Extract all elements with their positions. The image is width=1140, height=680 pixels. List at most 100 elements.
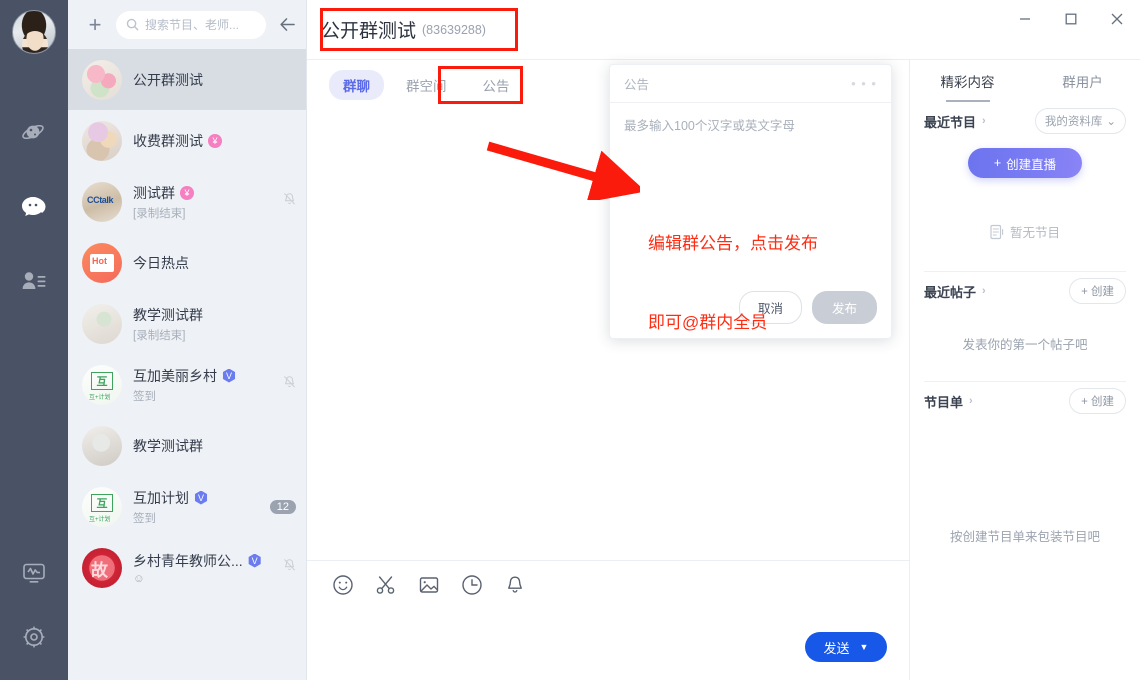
publish-button[interactable]: 发布 (811, 291, 877, 324)
chat-item-name: 公开群测试 (133, 71, 203, 88)
chat-item-name: 今日热点 (133, 254, 189, 271)
chat-avatar (82, 425, 122, 466)
chat-list-item[interactable]: 互互+计划 互加计划 V 签到 12 (68, 476, 306, 537)
chat-list-item[interactable]: 故乡村青年教师公... V ☺ (68, 537, 306, 598)
chat-list-item[interactable]: 教学测试群 (68, 415, 306, 476)
content-wrapper: 群聊 群空间 公告 发送 ▼ 公告 • • • 最多输入100个汉字或英文字母 … (307, 59, 1140, 680)
chat-list-toolbar: + 搜索节目、老师... (68, 0, 306, 49)
mute-bell-icon (283, 192, 296, 211)
main-column: 公开群测试 (83639288) 群聊 群空间 公告 发送 ▼ 公告 • • •… (307, 0, 1140, 680)
program-list-label: 节目单 (924, 394, 964, 410)
chat-item-name-row: 互加美丽乡村 V (133, 366, 272, 386)
left-nav-rail (0, 0, 68, 680)
paid-group-badge: ¥ (208, 133, 222, 148)
chat-item-name: 教学测试群 (133, 437, 203, 454)
tab-group-space[interactable]: 群空间 (392, 70, 461, 100)
chat-item-subtitle: ☺ (133, 572, 145, 585)
send-row: 发送 ▼ (307, 632, 909, 680)
more-options-icon[interactable]: • • • (851, 76, 877, 91)
gear-icon[interactable] (19, 622, 49, 652)
clock-icon[interactable] (460, 573, 484, 597)
chat-item-name-row: 收费群测试 ¥ (133, 131, 285, 151)
chevron-right-icon[interactable]: › (982, 285, 986, 297)
announcement-header: 公告 • • • (610, 65, 891, 103)
mute-bell-icon (283, 375, 296, 394)
document-icon (990, 224, 1004, 239)
close-button[interactable] (1094, 0, 1140, 38)
send-button-label: 发送 (823, 640, 850, 656)
my-library-dropdown[interactable]: 我的资料库 ⌄ (1034, 108, 1126, 134)
emoji-icon[interactable] (331, 573, 355, 597)
add-button[interactable]: + (82, 12, 108, 38)
rail-icon-group (19, 118, 49, 296)
chat-item-texts: 乡村青年教师公... V ☺ (133, 551, 272, 585)
chat-list-item[interactable]: 互互+计划 互加美丽乡村 V 签到 (68, 354, 306, 415)
create-program-list-button[interactable]: + 创建 (1069, 388, 1126, 414)
tab-group-chat[interactable]: 群聊 (329, 70, 384, 100)
chevron-right-icon[interactable]: › (982, 115, 986, 127)
chat-item-meta (283, 192, 296, 211)
monitor-activity-icon[interactable] (19, 558, 49, 588)
chat-avatar: 互互+计划 (82, 486, 122, 527)
create-live-button[interactable]: + 创建直播 (968, 148, 1082, 178)
announcement-title: 公告 (624, 78, 650, 92)
search-input[interactable]: 搜索节目、老师... (116, 10, 266, 39)
chevron-right-icon[interactable]: › (969, 395, 973, 407)
composer-toolbar (307, 561, 909, 597)
page-title: 公开群测试 (321, 21, 417, 42)
chat-item-name: 测试群 (133, 184, 175, 201)
chat-bubble-icon[interactable] (19, 192, 49, 222)
recent-programs-header: 最近节目 › 我的资料库 ⌄ (924, 102, 1126, 140)
tab-announcement[interactable]: 公告 (469, 70, 524, 100)
user-avatar[interactable] (12, 10, 56, 54)
bell-icon[interactable] (503, 573, 527, 597)
cancel-button[interactable]: 取消 (738, 291, 802, 324)
search-icon (126, 18, 139, 31)
verified-badge: V (222, 368, 236, 383)
chat-list-item[interactable]: 公开群测试 (68, 49, 306, 110)
plus-icon: + (993, 156, 1002, 170)
create-post-button[interactable]: + 创建 (1069, 278, 1126, 304)
chat-list-item[interactable]: Hot 今日热点 (68, 232, 306, 293)
tab-group-users[interactable]: 群用户 (1025, 60, 1140, 102)
no-programs-empty-state: 暂无节目 (924, 222, 1126, 241)
send-dropdown-caret[interactable]: ▼ (860, 642, 869, 652)
chat-avatar (82, 303, 122, 344)
chat-item-subtitle: [录制结束] (133, 329, 186, 342)
chat-item-name-row: 教学测试群 (133, 305, 285, 325)
chat-item-name-row: 乡村青年教师公... V (133, 551, 272, 571)
minimize-button[interactable] (1002, 0, 1048, 38)
back-button[interactable] (274, 12, 300, 38)
chat-list-panel: + 搜索节目、老师... 公开群测试 收费群测试 ¥ CCtalk 测试群 ¥ [录制结束]… (68, 0, 307, 680)
send-button[interactable]: 发送 ▼ (805, 632, 887, 662)
chat-item-texts: 公开群测试 (133, 70, 285, 90)
image-icon[interactable] (417, 573, 441, 597)
scissors-icon[interactable] (374, 573, 398, 597)
chat-list-item[interactable]: 教学测试群 [录制结束] (68, 293, 306, 354)
chat-item-texts: 教学测试群 (133, 436, 285, 456)
chat-list-item[interactable]: 收费群测试 ¥ (68, 110, 306, 171)
chat-item-texts: 今日热点 (133, 253, 285, 273)
verified-badge: V (248, 553, 261, 568)
cctalk-window: + 搜索节目、老师... 公开群测试 收费群测试 ¥ CCtalk 测试群 ¥ [录制结束]… (0, 0, 1140, 680)
contacts-icon[interactable] (19, 266, 49, 296)
maximize-button[interactable] (1048, 0, 1094, 38)
chat-list-item[interactable]: CCtalk 测试群 ¥ [录制结束] (68, 171, 306, 232)
recent-programs-label: 最近节目 (924, 114, 977, 130)
no-program-list-text: 按创建节目单来包装节目吧 (949, 530, 1100, 544)
chevron-down-icon: ⌄ (1106, 116, 1116, 128)
chat-item-name: 教学测试群 (133, 306, 203, 323)
chat-list-items[interactable]: 公开群测试 收费群测试 ¥ CCtalk 测试群 ¥ [录制结束] Hot 今日热点 教学测试群 [… (68, 49, 306, 680)
chat-avatar (82, 120, 122, 161)
planet-icon[interactable] (19, 118, 49, 148)
chat-item-meta (283, 375, 296, 394)
paid-group-badge: ¥ (180, 185, 194, 200)
program-list-title: 节目单 › (924, 392, 973, 411)
chat-item-meta (283, 558, 296, 577)
chat-avatar: 互互+计划 (82, 364, 122, 405)
composer-text-area[interactable] (307, 597, 909, 632)
chat-item-name-row: 教学测试群 (133, 436, 285, 456)
announcement-input[interactable] (610, 134, 891, 291)
tab-featured-content[interactable]: 精彩内容 (910, 60, 1025, 102)
verified-badge: V (194, 490, 208, 505)
